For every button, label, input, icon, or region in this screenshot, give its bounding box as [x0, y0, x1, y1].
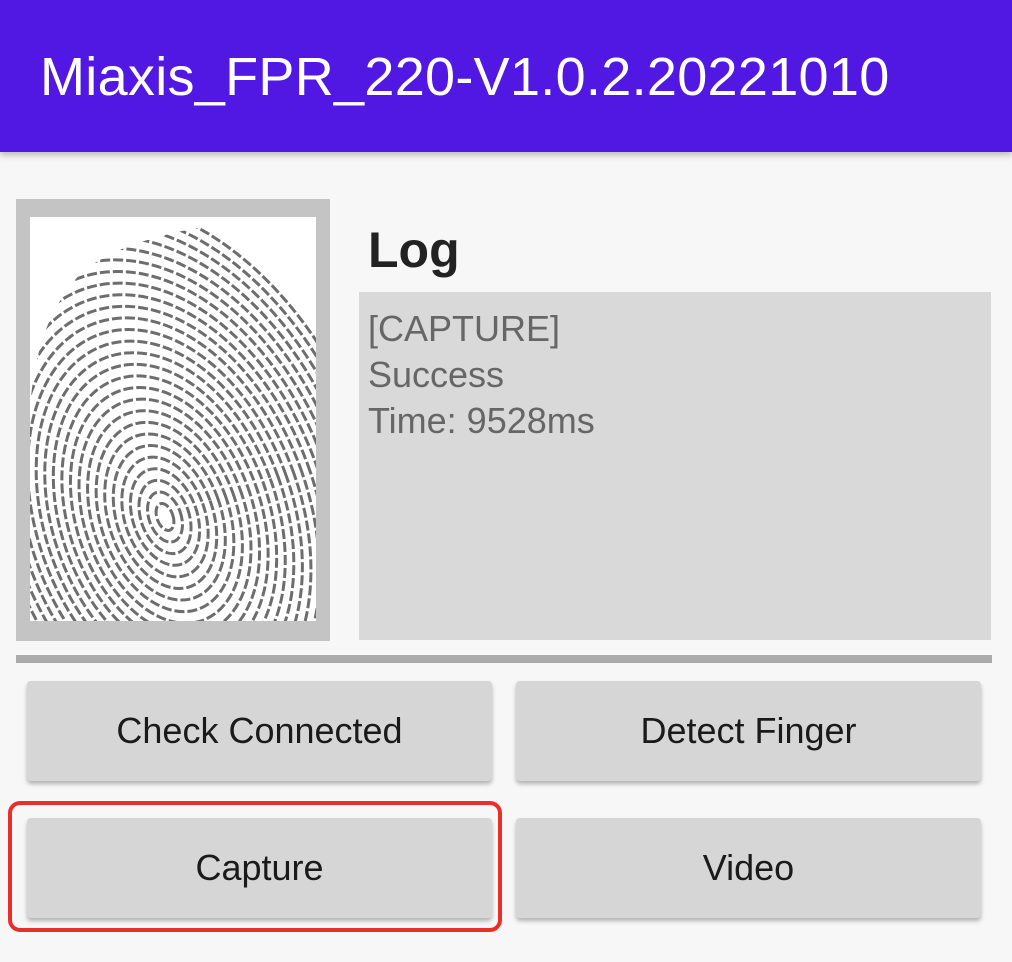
- log-line: Time: 9528ms: [368, 400, 595, 441]
- fingerprint-frame: [16, 199, 330, 641]
- fingerprint-image: [30, 217, 316, 621]
- check-connected-button[interactable]: Check Connected: [27, 681, 492, 781]
- app-bar: Miaxis_FPR_220-V1.0.2.20221010: [0, 0, 1012, 152]
- log-title: Log: [368, 222, 460, 278]
- log-line: Success: [368, 354, 505, 395]
- video-label: Video: [702, 847, 795, 888]
- log-output: [CAPTURE] Success Time: 9528ms: [359, 292, 991, 640]
- video-button[interactable]: Video: [516, 818, 981, 918]
- detect-finger-button[interactable]: Detect Finger: [516, 681, 981, 781]
- log-line: [CAPTURE]: [368, 308, 561, 349]
- capture-highlight-box: [8, 801, 502, 932]
- fingerprint-icon: [30, 217, 316, 621]
- divider: [16, 655, 992, 663]
- detect-finger-label: Detect Finger: [640, 710, 857, 751]
- app-title: Miaxis_FPR_220-V1.0.2.20221010: [40, 47, 890, 107]
- check-connected-label: Check Connected: [116, 710, 403, 751]
